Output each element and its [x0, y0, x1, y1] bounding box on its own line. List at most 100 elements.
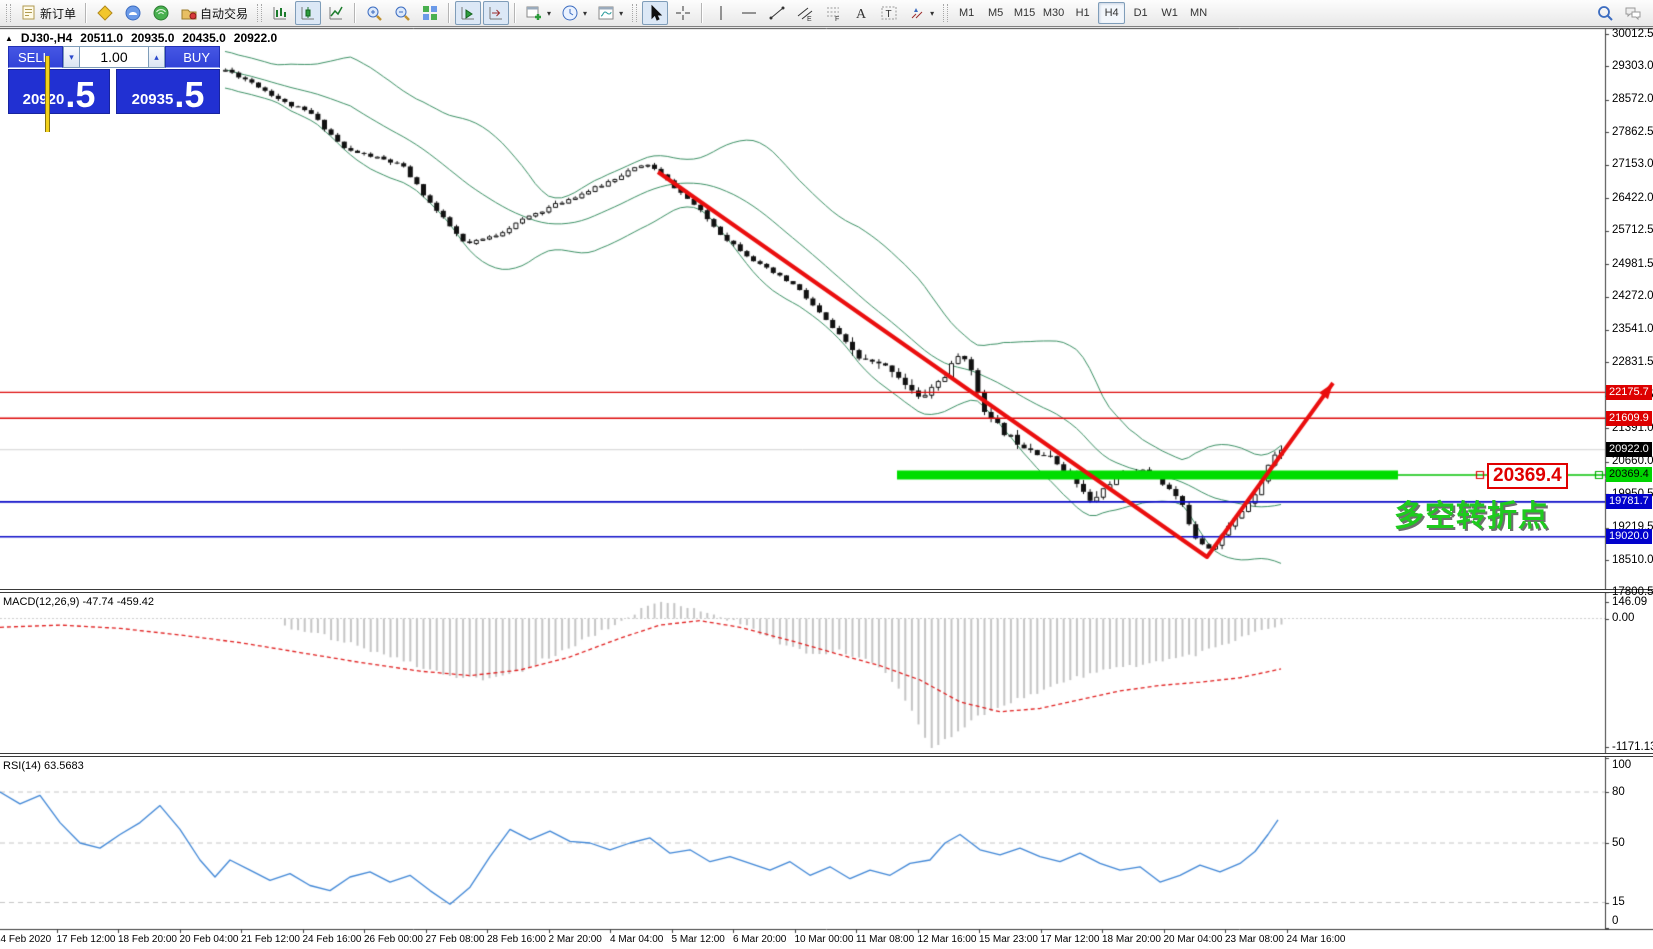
- price-tick: 22831.5: [1612, 356, 1653, 368]
- toolbar-grip: [6, 4, 11, 22]
- crosshair-icon: [674, 4, 692, 22]
- turning-point-text-annotation[interactable]: 多空转折点: [1394, 491, 1549, 535]
- market-watch-button[interactable]: [120, 1, 146, 25]
- time-axis[interactable]: 14 Feb 202017 Feb 12:0018 Feb 20:0020 Fe…: [0, 930, 1653, 949]
- new-chart-button[interactable]: ▾: [521, 1, 555, 25]
- volume-stepper: ▾ 1.00 ▴: [63, 46, 165, 68]
- period-icon: [561, 4, 579, 22]
- cursor-button[interactable]: [642, 1, 668, 25]
- one-click-trading-panel: SELL ▾ 1.00 ▴ BUY 20920 .5 20935 .5: [8, 46, 220, 114]
- timeframe-m1[interactable]: M1: [953, 2, 980, 24]
- svg-text:A: A: [856, 7, 867, 22]
- sell-button[interactable]: SELL: [8, 46, 63, 68]
- sell-price-box[interactable]: 20920 .5: [8, 69, 110, 114]
- crosshair-button[interactable]: [670, 1, 696, 25]
- toolbar-grip: [943, 4, 948, 22]
- search-button[interactable]: [1592, 1, 1618, 25]
- buy-price-box[interactable]: 20935 .5: [116, 69, 220, 114]
- time-tick-label: 12 Mar 16:00: [918, 934, 977, 945]
- shapes-button[interactable]: ▾: [904, 1, 938, 25]
- timeframe-d1[interactable]: D1: [1127, 2, 1154, 24]
- trendline-button[interactable]: [764, 1, 790, 25]
- price-label: 21609.9: [1606, 411, 1652, 426]
- zoom-in-icon: [365, 4, 383, 22]
- dropdown-caret-icon: ▾: [547, 9, 551, 18]
- timeframe-w1[interactable]: W1: [1156, 2, 1183, 24]
- new-order-button[interactable]: 新订单: [16, 1, 80, 25]
- price-tick: 23541.0: [1612, 323, 1653, 335]
- time-tick-label: 5 Mar 12:00: [672, 934, 725, 945]
- autotrading-button[interactable]: 自动交易: [176, 1, 252, 25]
- price-tick: 26422.0: [1612, 192, 1653, 204]
- ohlc-close: 20922.0: [234, 31, 277, 45]
- time-tick-label: 17 Mar 12:00: [1041, 934, 1100, 945]
- volume-input[interactable]: 1.00: [80, 46, 148, 68]
- time-tick-label: 24 Mar 16:00: [1287, 934, 1346, 945]
- symbol-period: DJ30-,H4: [21, 31, 72, 45]
- price-label: 19781.7: [1606, 494, 1652, 509]
- time-tick-label: 21 Feb 12:00: [241, 934, 300, 945]
- text-button[interactable]: A: [848, 1, 874, 25]
- auto-scroll-button[interactable]: [455, 1, 481, 25]
- horizontal-line-icon: [740, 4, 758, 22]
- timeframe-mn[interactable]: MN: [1185, 2, 1212, 24]
- timeframe-m15[interactable]: M15: [1011, 2, 1038, 24]
- macd-label: MACD(12,26,9) -47.74 -459.42: [3, 596, 154, 608]
- chat-icon: [1624, 4, 1642, 22]
- ohlc-open: 20511.0: [80, 31, 123, 45]
- price-tick: 18510.0: [1612, 554, 1653, 566]
- volume-increase-button[interactable]: ▴: [148, 46, 165, 68]
- candlestick-button[interactable]: [295, 1, 321, 25]
- label-button[interactable]: T: [876, 1, 902, 25]
- charts-grid-button[interactable]: [92, 1, 118, 25]
- period-button[interactable]: ▾: [557, 1, 591, 25]
- fibonacci-button[interactable]: F: [820, 1, 846, 25]
- time-tick-label: 10 Mar 00:00: [795, 934, 854, 945]
- timeframe-m30[interactable]: M30: [1040, 2, 1067, 24]
- label-icon: T: [880, 4, 898, 22]
- timeframe-h1[interactable]: H1: [1069, 2, 1096, 24]
- support-price-box-annotation[interactable]: 20369.4: [1487, 463, 1568, 489]
- volume-decrease-button[interactable]: ▾: [63, 46, 80, 68]
- timeframe-h4[interactable]: H4: [1098, 2, 1125, 24]
- chat-button[interactable]: [1620, 1, 1646, 25]
- macd-tick: 0.00: [1612, 612, 1634, 624]
- bar-chart-button[interactable]: [267, 1, 293, 25]
- timeframe-m5[interactable]: M5: [982, 2, 1009, 24]
- tile-windows-button[interactable]: [417, 1, 443, 25]
- chart-shift-button[interactable]: [483, 1, 509, 25]
- sell-price-main: 20920: [23, 91, 65, 108]
- price-tick: 29303.0: [1612, 60, 1653, 72]
- toolbar-separator: [514, 3, 516, 23]
- time-tick-label: 23 Mar 08:00: [1225, 934, 1284, 945]
- buy-price-main: 20935: [132, 91, 174, 108]
- horizontal-line-button[interactable]: [736, 1, 762, 25]
- channel-button[interactable]: E: [792, 1, 818, 25]
- chart-canvas[interactable]: [0, 0, 1653, 949]
- time-tick-label: 18 Mar 20:00: [1102, 934, 1161, 945]
- price-label: 20922.0: [1606, 442, 1652, 457]
- bar-chart-icon: [271, 4, 289, 22]
- vertical-line-object[interactable]: [45, 56, 50, 132]
- indicators-button[interactable]: ▾: [593, 1, 627, 25]
- rsi-tick: 50: [1612, 837, 1625, 849]
- price-axis[interactable]: 30012.529303.028572.027862.527153.026422…: [1606, 28, 1653, 929]
- signals-button[interactable]: [148, 1, 174, 25]
- app-window: { "toolbar": { "groups": [ [ {"icon":"ne…: [0, 0, 1653, 949]
- pane-splitter[interactable]: [0, 589, 1653, 593]
- time-tick-label: 17 Feb 12:00: [57, 934, 116, 945]
- vertical-line-button[interactable]: [708, 1, 734, 25]
- zoom-in-button[interactable]: [361, 1, 387, 25]
- zoom-out-button[interactable]: [389, 1, 415, 25]
- time-tick-label: 26 Feb 00:00: [364, 934, 423, 945]
- pane-splitter[interactable]: [0, 753, 1653, 757]
- line-chart-button[interactable]: [323, 1, 349, 25]
- buy-button[interactable]: BUY: [165, 46, 220, 68]
- market-watch-icon: [124, 4, 142, 22]
- dropdown-caret-icon: ▾: [583, 9, 587, 18]
- collapse-panel-icon[interactable]: ▲: [5, 34, 13, 43]
- time-tick-label: 24 Feb 16:00: [303, 934, 362, 945]
- signals-icon: [152, 4, 170, 22]
- time-tick-label: 6 Mar 20:00: [733, 934, 786, 945]
- vertical-line-icon: [712, 4, 730, 22]
